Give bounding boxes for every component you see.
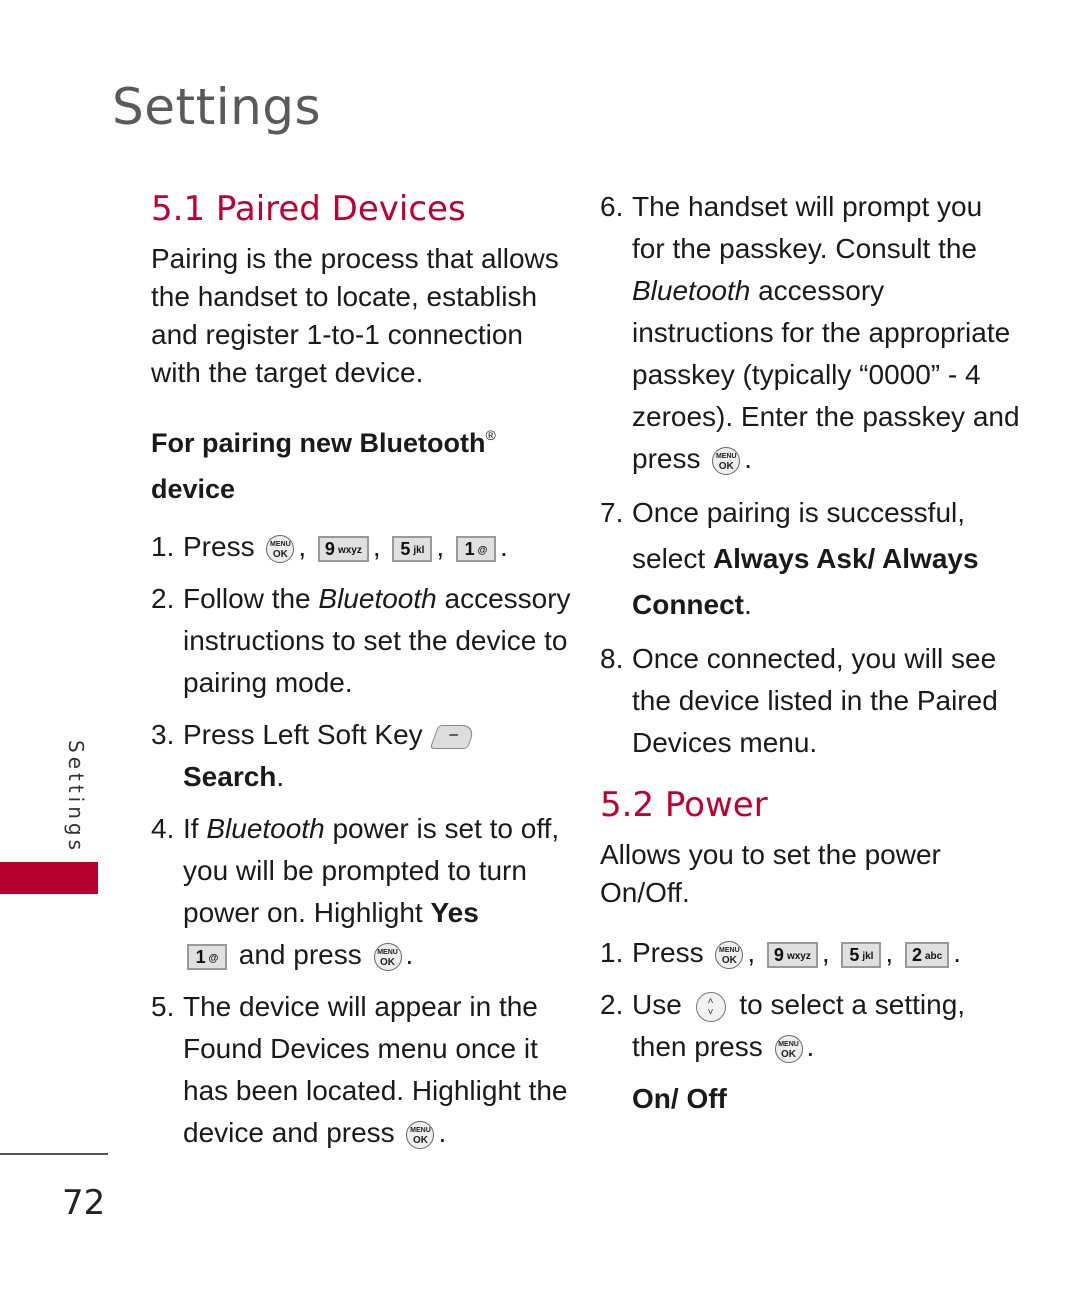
pairing-steps: 1. Press MENU OK, 9 wxyz, 5 jkl, 1 @. 2. Fol… bbox=[151, 526, 571, 1154]
key-5-icon: 5 jkl bbox=[841, 941, 882, 968]
step-5: 5. The device will appear in the Found D… bbox=[151, 991, 568, 1149]
subheading-end: device bbox=[151, 474, 236, 504]
key-1-voicemail-icon: 1 @ bbox=[187, 943, 227, 970]
navigation-up-down-key-icon: ˄ ˅ bbox=[695, 991, 726, 1022]
power-intro: Allows you to set the power On/Off. bbox=[600, 839, 941, 908]
menu-ok-key-icon: MENU OK bbox=[712, 446, 741, 475]
power-steps: 1. Press MENU OK, 9 wxyz, 5 jkl, 2 abc. 2. U… bbox=[600, 932, 1020, 1120]
key-5-icon: 5 jkl bbox=[392, 535, 433, 562]
step-3: 3. Press Left Soft Key − Search. bbox=[151, 714, 571, 798]
section-heading-paired-devices: 5.1 Paired Devices bbox=[151, 189, 466, 229]
step-4: 4. If Bluetooth power is set to off, you… bbox=[151, 813, 560, 971]
menu-ok-key-icon: MENU OK bbox=[373, 942, 402, 971]
page-title: Settings bbox=[112, 78, 322, 136]
menu-ok-key-icon: MENU OK bbox=[774, 1034, 803, 1063]
section-tab-marker bbox=[0, 862, 98, 894]
step-6: 6. The handset will prompt you for the p… bbox=[600, 191, 1020, 475]
pairing-steps-continued: 6. The handset will prompt you for the p… bbox=[600, 186, 1020, 764]
power-step-1: 1. Press MENU OK, 9 wxyz, 5 jkl, 2 abc. bbox=[600, 937, 961, 969]
section-heading-power: 5.2 Power bbox=[600, 785, 768, 825]
menu-ok-key-icon: MENU OK bbox=[266, 534, 295, 563]
menu-ok-key-icon: MENU OK bbox=[406, 1120, 435, 1149]
power-options-text: On/ Off bbox=[632, 1083, 727, 1114]
left-soft-key-icon: − bbox=[430, 724, 477, 749]
step-8: 8. Once connected, you will see the devi… bbox=[600, 643, 998, 758]
pairing-subheading: For pairing new Bluetooth® device bbox=[151, 412, 571, 512]
subheading-text: For pairing new Bluetooth bbox=[151, 428, 486, 458]
menu-ok-key-icon: MENU OK bbox=[715, 940, 744, 969]
right-column: 6. The handset will prompt you for the p… bbox=[600, 186, 1020, 1130]
registered-mark: ® bbox=[485, 427, 496, 443]
step-text: Press bbox=[183, 531, 255, 562]
key-9-icon: 9 wxyz bbox=[317, 535, 369, 562]
step-7: 7. Once pairing is successful, select Al… bbox=[600, 497, 979, 620]
key-1-voicemail-icon: 1 @ bbox=[455, 535, 496, 562]
footer-divider bbox=[0, 1153, 108, 1155]
key-9-icon: 9 wxyz bbox=[766, 941, 818, 968]
side-section-label: Settings bbox=[64, 740, 88, 855]
step-1: 1. Press MENU OK, 9 wxyz, 5 jkl, 1 @. bbox=[151, 526, 571, 568]
page-number: 72 bbox=[62, 1183, 106, 1223]
paired-devices-intro: Pairing is the process that allows the h… bbox=[151, 243, 559, 388]
step-2: 2. Follow the Bluetooth accessory instru… bbox=[151, 583, 571, 698]
key-2-icon: 2 abc bbox=[904, 941, 950, 968]
step-number: 1. bbox=[151, 531, 175, 562]
power-step-2: 2. Use ˄ ˅ to select a setting, then pres… bbox=[600, 989, 966, 1063]
left-column: 5.1 Paired Devices Pairing is the proces… bbox=[151, 186, 571, 1164]
power-options: On/ Off bbox=[600, 1078, 1020, 1120]
